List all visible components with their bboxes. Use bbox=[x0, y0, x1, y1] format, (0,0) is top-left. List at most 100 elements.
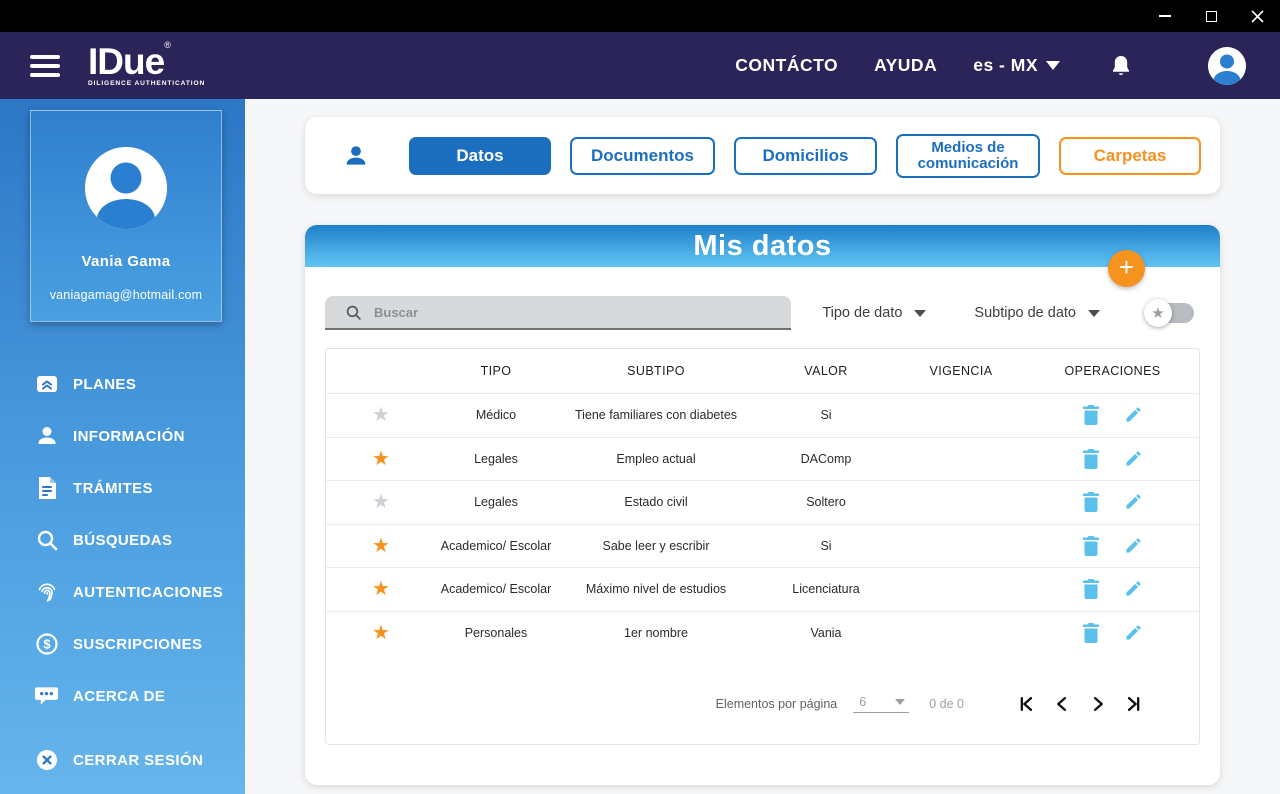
avatar-icon bbox=[85, 147, 167, 229]
cell-valor: Si bbox=[820, 538, 832, 553]
table-row: ★ Legales Estado civil Soltero bbox=[326, 480, 1199, 524]
close-button[interactable] bbox=[1234, 0, 1280, 32]
sidebar-item-label: AUTENTICACIONES bbox=[73, 583, 224, 601]
notifications-button[interactable] bbox=[1110, 54, 1132, 78]
favorite-star-icon[interactable]: ★ bbox=[372, 535, 390, 557]
cell-tipo: Legales bbox=[474, 451, 518, 466]
nav-help-link[interactable]: AYUDA bbox=[874, 55, 937, 76]
menu-hamburger-icon[interactable] bbox=[30, 54, 60, 77]
sidebar-item-busquedas[interactable]: BÚSQUEDAS bbox=[0, 514, 245, 566]
tab-domicilios[interactable]: Domicilios bbox=[734, 136, 877, 175]
delete-button[interactable] bbox=[1082, 535, 1100, 556]
sidebar-item-autenticaciones[interactable]: AUTENTICACIONES bbox=[0, 566, 245, 618]
first-page-icon bbox=[1020, 697, 1033, 711]
tab-carpetas[interactable]: Carpetas bbox=[1059, 136, 1201, 175]
delete-button[interactable] bbox=[1082, 579, 1100, 600]
sidebar-item-acerca-de[interactable]: ACERCA DE bbox=[0, 670, 245, 722]
profile-avatar bbox=[85, 147, 167, 229]
favorite-star-icon[interactable]: ★ bbox=[372, 622, 390, 644]
chevron-down-icon bbox=[1046, 61, 1060, 70]
favorite-star-icon[interactable]: ★ bbox=[372, 448, 390, 470]
tab-datos[interactable]: Datos bbox=[409, 136, 551, 175]
table-row: ★ Personales 1er nombre Vania bbox=[326, 610, 1199, 655]
first-page-button[interactable] bbox=[1016, 694, 1036, 714]
nav-contact-link[interactable]: CONTÁCTO bbox=[735, 55, 838, 76]
logo-title: IDue bbox=[88, 41, 165, 83]
sidebar-item-planes[interactable]: PLANES bbox=[0, 358, 245, 410]
locale-selector[interactable]: es - MX bbox=[973, 55, 1060, 76]
sidebar-item-label: ACERCA DE bbox=[73, 687, 166, 705]
cell-tipo: Personales bbox=[464, 625, 528, 640]
minimize-button[interactable] bbox=[1142, 0, 1188, 32]
search-box[interactable] bbox=[325, 296, 791, 330]
trash-icon bbox=[1083, 405, 1099, 426]
items-per-page-label: Elementos por página bbox=[715, 697, 838, 711]
search-icon bbox=[34, 528, 59, 552]
pencil-icon bbox=[1126, 538, 1141, 553]
edit-button[interactable] bbox=[1124, 405, 1143, 425]
sidebar-menu: PLANES INFORMACIÓN TRÁMITES BÚSQUEDAS AU… bbox=[0, 358, 245, 786]
chevron-right-icon bbox=[1093, 697, 1103, 711]
sidebar-item-cerrar-sesion[interactable]: CERRAR SESIÓN bbox=[0, 734, 245, 786]
cell-subtipo: Tiene familiares con diabetes bbox=[574, 408, 738, 423]
trash-icon bbox=[1083, 622, 1099, 643]
filter-subtipo-de-dato[interactable]: Subtipo de dato bbox=[974, 305, 1100, 321]
close-icon bbox=[1250, 9, 1264, 23]
sidebar-item-informacion[interactable]: INFORMACIÓN bbox=[0, 410, 245, 462]
pencil-icon bbox=[1126, 407, 1141, 422]
tab-bar: Datos Documentos Domicilios Medios de co… bbox=[305, 117, 1220, 194]
cell-tipo: Médico bbox=[475, 408, 517, 423]
edit-button[interactable] bbox=[1124, 536, 1143, 556]
favorites-toggle[interactable]: ★ bbox=[1144, 299, 1194, 327]
pencil-icon bbox=[1126, 451, 1141, 466]
tab-medios-de-comunicacion[interactable]: Medios de comunicación bbox=[896, 133, 1040, 178]
data-table: TIPO SUBTIPO VALOR VIGENCIA OPERACIONES … bbox=[325, 348, 1200, 745]
delete-button[interactable] bbox=[1082, 405, 1100, 426]
filter-tipo-de-dato[interactable]: Tipo de dato bbox=[822, 305, 927, 321]
table-row: ★ Academico/ Escolar Sabe leer y escribi… bbox=[326, 523, 1199, 568]
mis-datos-panel: Mis datos + Tipo de dato Subtipo bbox=[305, 225, 1220, 785]
next-page-button[interactable] bbox=[1088, 694, 1108, 714]
avatar-icon bbox=[1208, 46, 1246, 85]
favorite-star-icon[interactable]: ★ bbox=[372, 404, 390, 426]
search-input[interactable] bbox=[374, 304, 754, 320]
edit-button[interactable] bbox=[1124, 449, 1143, 469]
trash-icon bbox=[1083, 448, 1099, 469]
favorite-star-icon[interactable]: ★ bbox=[372, 491, 390, 513]
app-header: IDue® DILIGENCE AUTHENTICATION CONTÁCTO … bbox=[0, 32, 1280, 99]
maximize-button[interactable] bbox=[1188, 0, 1234, 32]
delete-button[interactable] bbox=[1082, 448, 1100, 469]
tab-documentos[interactable]: Documentos bbox=[570, 136, 715, 175]
edit-button[interactable] bbox=[1124, 579, 1143, 599]
sidebar-item-tramites[interactable]: TRÁMITES bbox=[0, 462, 245, 514]
cell-subtipo: Estado civil bbox=[624, 495, 688, 510]
sidebar-item-label: INFORMACIÓN bbox=[73, 427, 185, 445]
profile-name: Vania Gama bbox=[81, 253, 171, 270]
cell-subtipo: Sabe leer y escribir bbox=[602, 538, 710, 553]
column-header-vigencia: VIGENCIA bbox=[929, 364, 993, 378]
items-per-page-select[interactable]: 6 bbox=[853, 695, 910, 713]
previous-page-button[interactable] bbox=[1052, 694, 1072, 714]
cell-tipo: Legales bbox=[474, 495, 518, 510]
column-header-tipo: TIPO bbox=[480, 364, 512, 378]
pencil-icon bbox=[1126, 494, 1141, 509]
table-row: ★ Médico Tiene familiares con diabetes S… bbox=[326, 393, 1199, 437]
favorite-star-icon[interactable]: ★ bbox=[372, 578, 390, 600]
delete-button[interactable] bbox=[1082, 492, 1100, 513]
cell-tipo: Academico/ Escolar bbox=[440, 582, 552, 597]
sidebar-item-label: BÚSQUEDAS bbox=[73, 531, 173, 549]
sidebar-item-suscripciones[interactable]: $ SUSCRIPCIONES bbox=[0, 618, 245, 670]
plans-icon bbox=[34, 372, 59, 396]
user-avatar[interactable] bbox=[1208, 46, 1246, 85]
profile-card: Vania Gama vaniagamag@hotmail.com bbox=[30, 110, 222, 322]
app-logo: IDue® DILIGENCE AUTHENTICATION bbox=[88, 41, 205, 88]
last-page-button[interactable] bbox=[1124, 694, 1144, 714]
edit-button[interactable] bbox=[1124, 623, 1143, 643]
edit-button[interactable] bbox=[1124, 492, 1143, 512]
filter-label: Subtipo de dato bbox=[974, 305, 1076, 321]
table-row: ★ Legales Empleo actual DAComp bbox=[326, 436, 1199, 481]
delete-button[interactable] bbox=[1082, 622, 1100, 643]
chat-icon bbox=[34, 684, 59, 708]
add-record-button[interactable]: + bbox=[1108, 250, 1145, 287]
locale-value: es - MX bbox=[973, 55, 1038, 75]
